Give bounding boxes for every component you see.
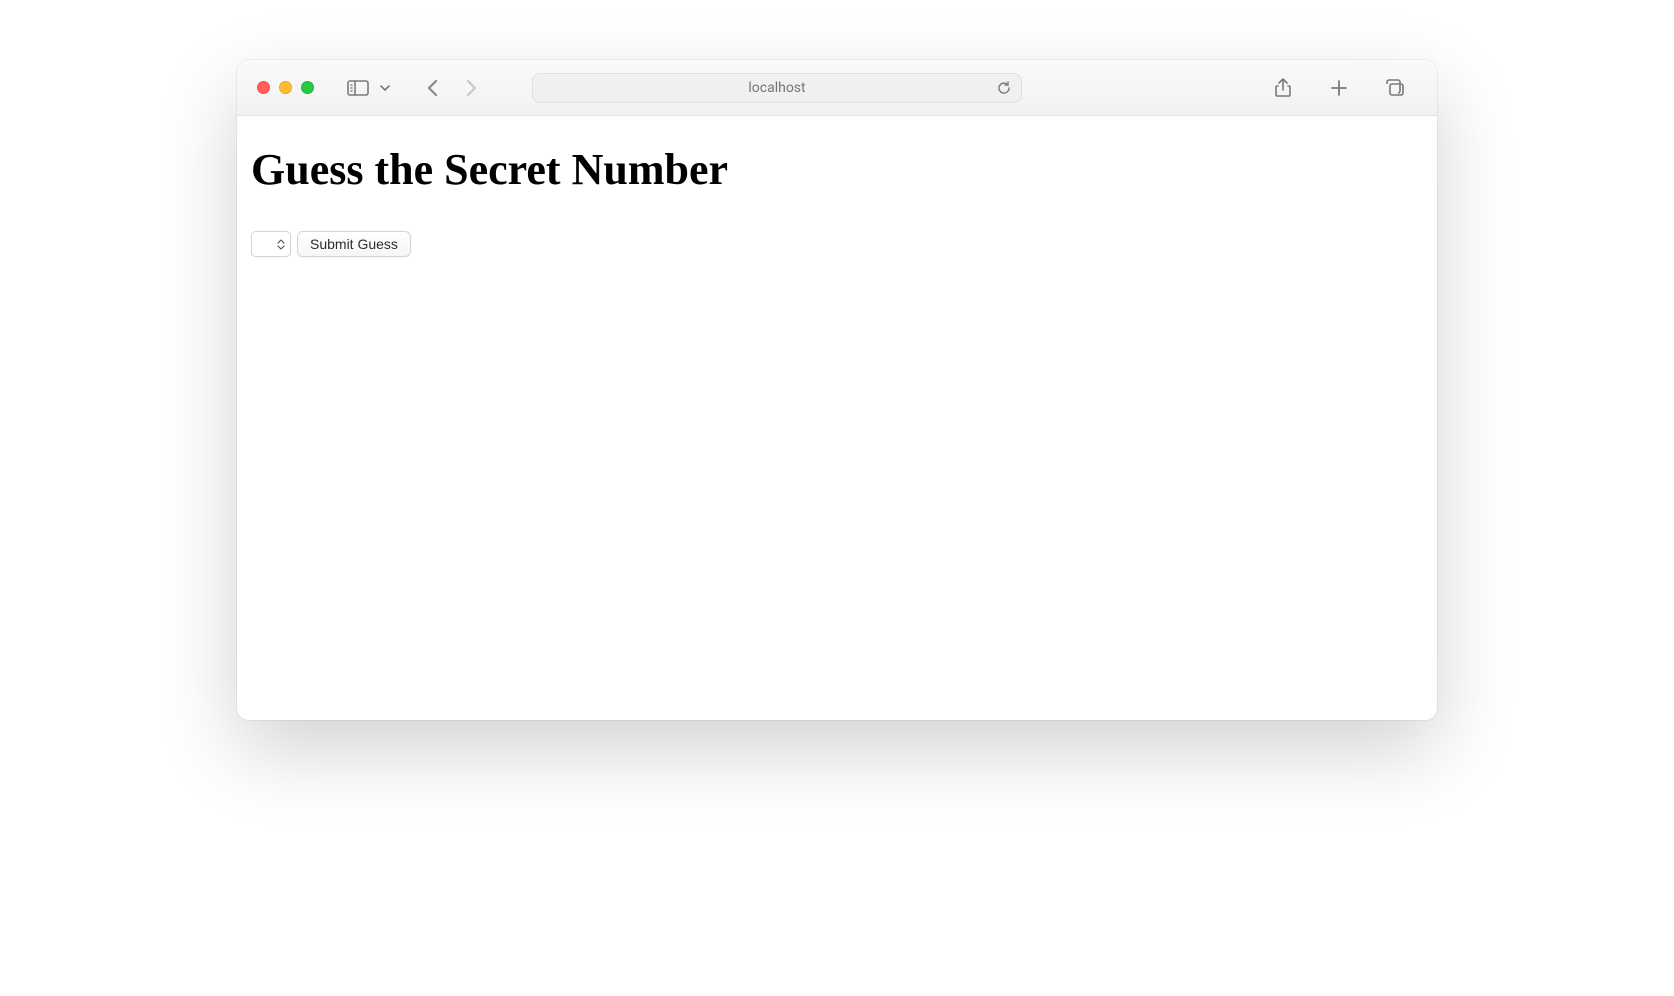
guess-input-wrap bbox=[251, 231, 291, 257]
address-text: localhost bbox=[748, 80, 805, 96]
close-window-button[interactable] bbox=[257, 81, 270, 94]
tabs-overview-icon[interactable] bbox=[1379, 74, 1411, 102]
titlebar: localhost bbox=[237, 60, 1437, 116]
number-stepper[interactable] bbox=[276, 234, 288, 254]
submit-guess-button[interactable]: Submit Guess bbox=[297, 231, 411, 257]
chevron-down-icon[interactable] bbox=[376, 74, 394, 102]
page-content: Guess the Secret Number Submit Guess bbox=[237, 116, 1437, 720]
page-title: Guess the Secret Number bbox=[251, 144, 1423, 195]
minimize-window-button[interactable] bbox=[279, 81, 292, 94]
guess-form: Submit Guess bbox=[251, 231, 1423, 257]
sidebar-toggle-group bbox=[342, 74, 394, 102]
submit-guess-label: Submit Guess bbox=[310, 236, 398, 252]
window-controls bbox=[257, 81, 314, 94]
share-icon[interactable] bbox=[1267, 74, 1299, 102]
new-tab-icon[interactable] bbox=[1323, 74, 1355, 102]
address-bar[interactable]: localhost bbox=[532, 73, 1022, 103]
stepper-up-icon[interactable] bbox=[276, 239, 286, 244]
back-button[interactable] bbox=[420, 75, 446, 101]
browser-window: localhost bbox=[237, 60, 1437, 720]
maximize-window-button[interactable] bbox=[301, 81, 314, 94]
forward-button[interactable] bbox=[458, 75, 484, 101]
stepper-down-icon[interactable] bbox=[276, 245, 286, 250]
nav-buttons bbox=[420, 75, 484, 101]
toolbar-right bbox=[1267, 74, 1417, 102]
refresh-icon[interactable] bbox=[997, 81, 1011, 95]
sidebar-icon[interactable] bbox=[342, 74, 374, 102]
